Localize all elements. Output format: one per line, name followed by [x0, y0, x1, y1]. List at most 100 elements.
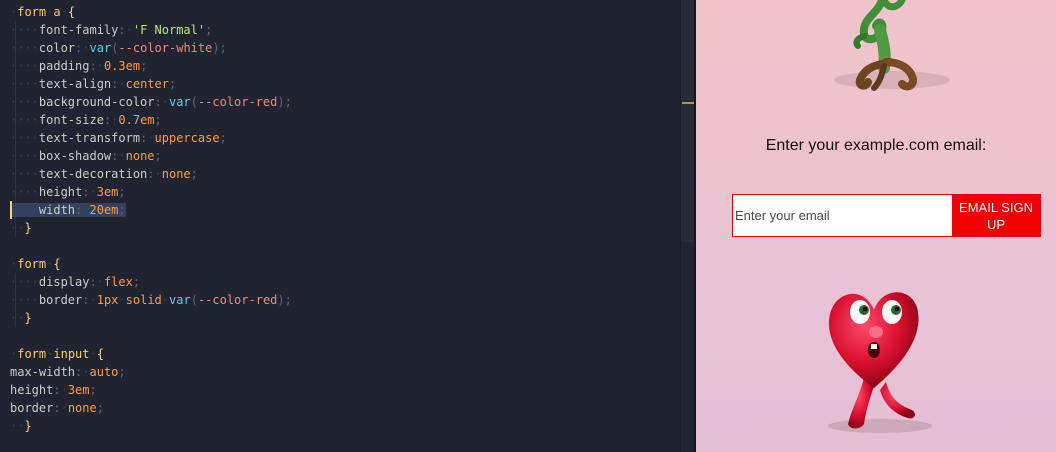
code-line[interactable]: ····padding:·0.3em;	[10, 57, 292, 75]
code-token: form	[17, 257, 47, 271]
code-line[interactable]: ····width:·20em;	[10, 201, 292, 219]
code-token: ····	[10, 293, 39, 307]
code-token: ·	[82, 41, 90, 55]
code-token: ·	[118, 149, 126, 163]
code-token: ;	[118, 365, 126, 379]
code-token: 0.3em	[103, 59, 141, 73]
code-line[interactable]: height:·3em;	[10, 381, 292, 399]
code-token: :	[53, 401, 61, 415]
code-token: ····	[10, 203, 39, 217]
scrollbar-cursor-marker	[682, 102, 694, 104]
code-line[interactable]: ····font-size:·0.7em;	[10, 111, 292, 129]
code-token: solid	[125, 293, 162, 307]
code-token: ;	[190, 167, 198, 181]
code-editor[interactable]: ·form·a·{····font-family:·'F Normal'; ···…	[0, 0, 680, 452]
code-token: ·	[118, 77, 126, 91]
code-token: );	[277, 293, 292, 307]
code-line[interactable]	[10, 237, 292, 255]
code-token: 3em	[96, 185, 119, 199]
code-line[interactable]: ····display:·flex;	[10, 273, 292, 291]
code-line[interactable]: ····text-align:·center;	[10, 75, 292, 93]
code-token: ·	[60, 383, 68, 397]
code-token: (	[190, 95, 198, 109]
code-token: :	[89, 59, 97, 73]
code-token: ·	[125, 23, 133, 37]
code-token: }	[24, 221, 32, 235]
code-token: ····	[10, 131, 39, 145]
code-token: ;	[89, 383, 97, 397]
code-token: border	[38, 293, 83, 307]
code-token: ·	[161, 293, 170, 307]
plant-creature-illustration	[834, 0, 950, 91]
code-line[interactable]: ·form·a·{	[10, 3, 292, 21]
email-signup-button[interactable]: Email sign up	[952, 195, 1040, 236]
code-token: ·	[96, 275, 104, 289]
code-token: width	[38, 203, 76, 217]
code-token: border	[10, 401, 54, 415]
heart-character-illustration	[828, 292, 932, 433]
code-token: center	[125, 77, 169, 91]
code-line[interactable]: ····border:·1px·solid·var(--color-red);	[10, 291, 292, 309]
code-line[interactable]: ·form·input·{	[10, 345, 292, 363]
code-token: ;	[118, 185, 126, 199]
code-token: padding	[38, 59, 90, 73]
code-token: ··	[10, 221, 25, 235]
code-line[interactable]: max-width:·auto;	[10, 363, 292, 381]
code-line[interactable]: ····font-family:·'F Normal';	[10, 21, 292, 39]
code-token: :	[82, 293, 90, 307]
code-line[interactable]: ····height:·3em;	[10, 183, 292, 201]
code-token: ····	[10, 185, 39, 199]
code-token: ··	[10, 419, 25, 433]
code-token: 20em	[89, 203, 119, 217]
code-token: ····	[10, 23, 39, 37]
code-line[interactable]: ····text-decoration:·none;	[10, 165, 292, 183]
email-input[interactable]	[733, 195, 952, 236]
code-line[interactable]: ····text-transform:·uppercase;	[10, 129, 292, 147]
code-token: auto	[89, 365, 119, 379]
code-token: none	[67, 401, 97, 415]
code-token: ·	[60, 401, 68, 415]
code-token: ····	[10, 149, 39, 163]
code-token: a	[53, 5, 61, 19]
code-token: 1px	[96, 293, 119, 307]
code-token: text-align	[38, 77, 112, 91]
email-prompt-label: Enter your example.com email:	[765, 137, 987, 154]
editor-scrollbar-thumb[interactable]	[681, 0, 694, 242]
code-token: ;	[132, 275, 141, 289]
code-token: uppercase	[154, 131, 220, 145]
code-line[interactable]: ··}	[10, 219, 292, 237]
code-token: max-width	[10, 365, 76, 379]
code-token: ····	[10, 95, 39, 109]
code-token: ····	[10, 167, 39, 181]
code-token: ·	[60, 5, 68, 19]
code-token: 0.7em	[118, 113, 155, 127]
code-token: ·	[89, 347, 97, 361]
code-token: none	[125, 149, 155, 163]
code-token: ;	[205, 23, 213, 37]
code-line[interactable]	[10, 327, 292, 345]
code-line[interactable]: ····color:·var(--color-white);	[10, 39, 292, 57]
code-token: :	[118, 23, 126, 37]
code-token: ·	[82, 203, 90, 217]
code-line[interactable]: ··}	[10, 417, 292, 435]
code-line[interactable]: border:·none;	[10, 399, 292, 417]
code-token: form	[17, 5, 47, 19]
code-token: var	[169, 293, 191, 307]
code-token: --color-red	[197, 293, 278, 307]
code-line[interactable]: ·form·{	[10, 255, 292, 273]
code-line[interactable]: ····background-color:·var(--color-red);	[10, 93, 292, 111]
code-line[interactable]: ····box-shadow:·none;	[10, 147, 292, 165]
code-line[interactable]: ··}	[10, 309, 292, 327]
code-token: ;	[219, 131, 227, 145]
code-content[interactable]: ·form·a·{····font-family:·'F Normal'; ···…	[10, 3, 292, 435]
code-token: display	[38, 275, 90, 289]
code-token: 3em	[67, 383, 90, 397]
code-token: {	[96, 347, 104, 361]
code-token: text-transform	[38, 131, 141, 145]
code-token: height	[10, 383, 54, 397]
code-token: var	[89, 41, 112, 55]
code-token: ····	[10, 77, 39, 91]
code-token: ·	[118, 293, 126, 307]
code-token: :	[89, 275, 97, 289]
code-token: ····	[10, 41, 39, 55]
